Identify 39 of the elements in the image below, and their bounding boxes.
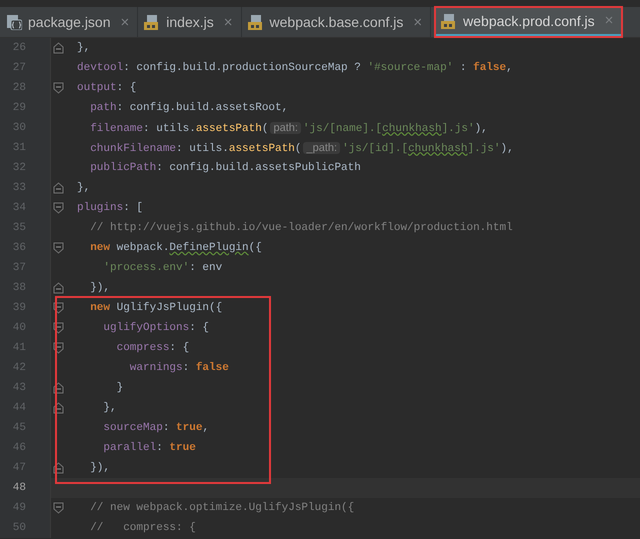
code-line: 'process.env': env — [102, 262, 222, 274]
editor-tab[interactable]: webpack.prod.conf.js × — [435, 7, 622, 37]
code-line: filename: utils.assetsPath( path: 'js/[name].[chunkhash].js'), — [89, 122, 488, 134]
code-line: parallel: true — [102, 442, 196, 454]
code-line: publicPath: config.build.assetsPublicPath — [89, 162, 361, 174]
code-line: }, — [77, 42, 90, 54]
editor-tab[interactable]: index.js × — [138, 7, 242, 37]
fold-icon[interactable] — [53, 82, 64, 94]
code-line: }, — [77, 182, 90, 194]
code-line: uglifyOptions: { — [102, 322, 210, 334]
fold-icon[interactable] — [53, 202, 64, 214]
code-line: devtool: config.build.productionSourceMap ? '#source-map' : false, — [77, 62, 513, 74]
code-line: // compress: { — [89, 522, 196, 534]
fold-end-icon[interactable] — [53, 42, 64, 54]
code-line: chunkFilename: utils.assetsPath( _path: 'js/[id].[chunkhash].js'), — [89, 142, 514, 154]
code-line: }, — [102, 402, 117, 414]
js-file-icon — [248, 14, 264, 30]
code-line: plugins: [ — [77, 202, 144, 214]
json-file-icon — [6, 14, 22, 30]
fold-icon[interactable] — [53, 242, 64, 254]
code-line: new webpack.DefinePlugin({ — [89, 242, 262, 254]
js-file-icon — [441, 12, 458, 28]
code-line: // http://vuejs.github.io/vue-loader/en/workflow/production.html — [89, 222, 513, 234]
code-line: sourceMap: true, — [102, 422, 210, 434]
fold-icon[interactable] — [53, 502, 64, 514]
fold-end-icon[interactable] — [53, 282, 64, 294]
js-file-icon — [144, 14, 160, 30]
code-line: output: { — [77, 82, 136, 94]
fold-end-icon[interactable] — [53, 182, 64, 194]
code-line: }), — [89, 282, 110, 294]
editor-tab[interactable]: package.json × — [0, 7, 138, 37]
code-line: new UglifyJsPlugin({ — [89, 302, 222, 314]
code-line: } — [116, 382, 124, 394]
code-line: compress: { — [116, 342, 190, 354]
editor-tab[interactable]: webpack.base.conf.js × — [242, 7, 432, 37]
code-line: // new webpack.optimize.UglifyJsPlugin({ — [89, 502, 354, 514]
code-line: path: config.build.assetsRoot, — [89, 102, 288, 114]
code-line: }), — [89, 462, 110, 474]
code-line: warnings: false — [128, 362, 229, 374]
